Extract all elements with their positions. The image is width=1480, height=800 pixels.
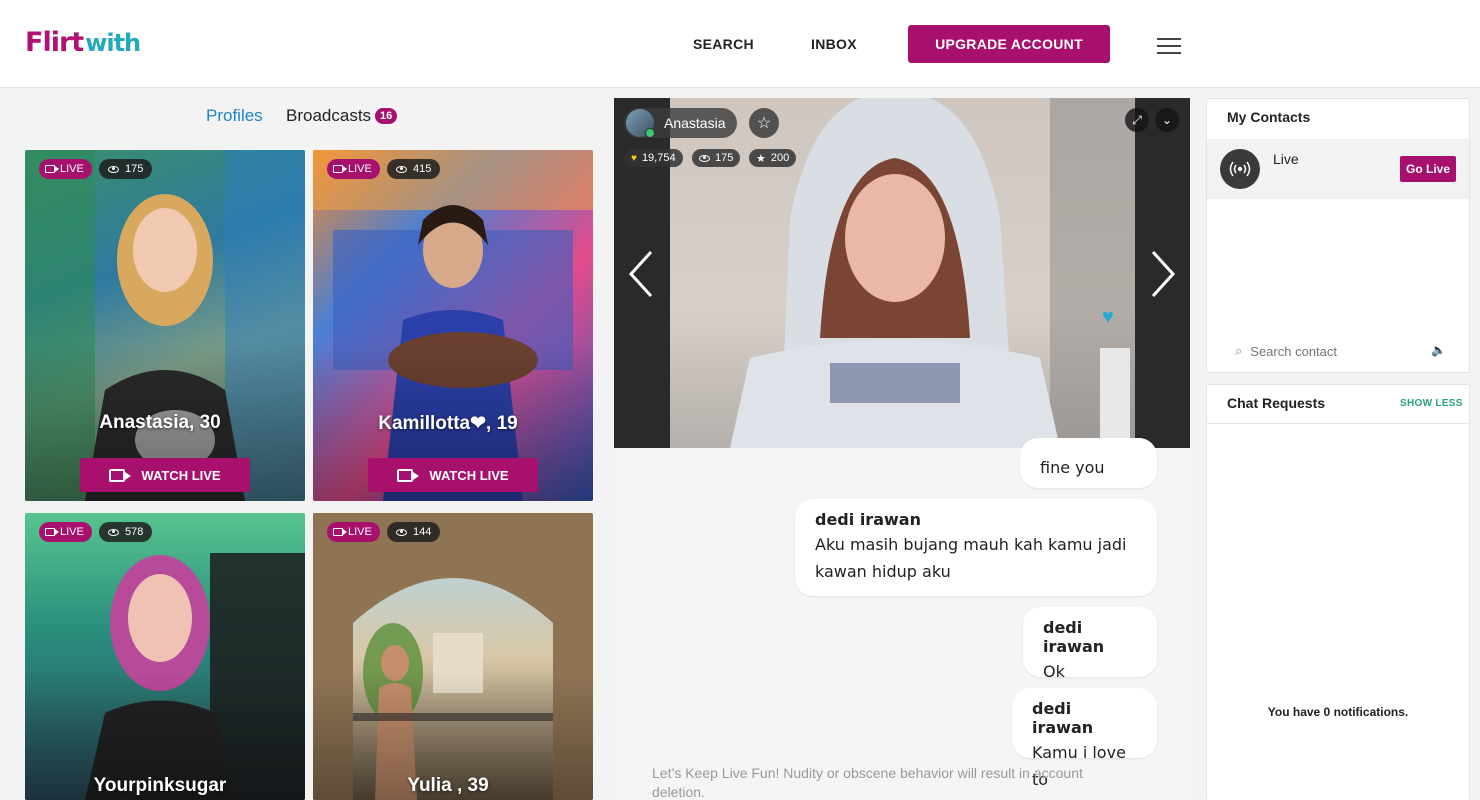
profile-card[interactable]: LIVE 578 Yourpinksugar (25, 513, 305, 800)
nav-inbox[interactable]: INBOX (811, 36, 857, 52)
mute-icon[interactable]: 🔈 (1431, 343, 1446, 357)
divider (1207, 423, 1469, 424)
live-label: Live (1273, 151, 1299, 167)
live-badge: LIVE (327, 159, 380, 179)
streamer-name: Anastasia (664, 115, 726, 131)
my-contacts-title: My Contacts (1227, 109, 1311, 125)
notifications-message: You have 0 notifications. (1267, 705, 1409, 719)
eye-icon (108, 165, 119, 173)
go-live-row: Live Go Live (1207, 139, 1469, 199)
chat-message: dedi irawan Kamu i love to (1012, 688, 1157, 789)
logo-flirt: Flirt (25, 27, 84, 58)
search-icon: ⌕ (1235, 343, 1243, 358)
chat-requests-panel: Chat Requests SHOW LESS You have 0 notif… (1206, 384, 1470, 800)
photo-overlay (25, 513, 305, 800)
camera-icon (45, 165, 59, 173)
my-contacts-panel: My Contacts Live Go Live ⌕ 🔈 (1206, 98, 1470, 373)
upgrade-account-button[interactable]: UPGRADE ACCOUNT (908, 25, 1110, 63)
viewer-count: 415 (387, 159, 441, 179)
go-live-button[interactable]: Go Live (1400, 156, 1456, 182)
live-badge: LIVE (39, 159, 92, 179)
profile-card[interactable]: LIVE 175 Anastasia, 30 WATCH LIVE (25, 150, 305, 501)
profile-card[interactable]: LIVE 144 Yulia , 39 (313, 513, 593, 800)
viewer-count: 175 (99, 159, 153, 179)
profile-name: Anastasia, 30 (99, 412, 221, 433)
chat-message: dedi irawan Ok (1023, 607, 1157, 681)
star-icon: ★ (756, 152, 766, 165)
likes-stat: ♥ 19,754 (624, 149, 683, 167)
top-header: Flirt with SEARCH INBOX UPGRADE ACCOUNT (0, 0, 1480, 88)
fullscreen-icon[interactable]: ⤢ (1125, 108, 1149, 132)
heart-icon: ♥ (631, 152, 637, 164)
photo-overlay (25, 150, 305, 501)
chat-message-text: Aku masih bujang mauh kah kamu jadi kawa… (815, 535, 1127, 581)
chat-disclaimer: Let’s Keep Live Fun! Nudity or obscene b… (652, 765, 1083, 800)
camera-icon (333, 528, 347, 536)
profile-card[interactable]: LIVE 415 Kamillotta❤, 19 WATCH LIVE (313, 150, 593, 501)
viewer-count: 578 (99, 522, 153, 542)
favorite-star-icon[interactable]: ☆ (749, 108, 779, 138)
eye-icon (699, 154, 710, 162)
profile-name: Yulia , 39 (407, 775, 489, 796)
tab-broadcasts-label: Broadcasts (286, 106, 372, 125)
eye-icon (108, 528, 119, 536)
next-arrow-icon[interactable] (1147, 248, 1177, 300)
tab-profiles[interactable]: Profiles (206, 106, 263, 126)
profile-tabs: Profiles Broadcasts 16 (0, 106, 610, 132)
video-camera-icon (397, 468, 420, 482)
chevron-down-icon[interactable]: ⌄ (1155, 108, 1179, 132)
menu-icon[interactable] (1157, 38, 1181, 54)
eye-icon (396, 165, 407, 173)
live-badge: LIVE (39, 522, 92, 542)
viewers-stat: 175 (692, 149, 741, 167)
chat-message-text: fine you (1040, 458, 1105, 477)
camera-icon (333, 165, 347, 173)
chat-message: dedi irawan Aku masih bujang mauh kah ka… (795, 499, 1157, 596)
live-badge: LIVE (327, 522, 380, 542)
show-less-link[interactable]: SHOW LESS (1400, 398, 1463, 409)
nav-search[interactable]: SEARCH (693, 36, 754, 52)
video-frame (670, 98, 1135, 448)
eye-icon (396, 528, 407, 536)
video-camera-icon (109, 468, 132, 482)
profile-name: Kamillotta❤, 19 (378, 413, 518, 434)
watch-live-button[interactable]: WATCH LIVE (368, 458, 538, 492)
chat-message-text: Ok (1043, 662, 1065, 681)
floating-heart-icon: ♥ (1102, 306, 1114, 328)
chat-message-author: dedi irawan (815, 510, 921, 529)
viewer-count: 144 (387, 522, 441, 542)
chat-message-author: dedi irawan (1032, 699, 1094, 737)
logo-with: with (85, 29, 141, 57)
streamer-avatar (626, 109, 655, 138)
chat-requests-title: Chat Requests (1227, 395, 1326, 411)
photo-overlay (313, 513, 593, 800)
previous-arrow-icon[interactable] (627, 248, 657, 300)
stars-stat: ★ 200 (749, 149, 797, 167)
tab-broadcasts[interactable]: Broadcasts 16 (286, 106, 398, 126)
search-contact-input[interactable] (1250, 343, 1411, 359)
live-video[interactable]: Anastasia ☆ ♥ 19,754 175 ★ 200 ⤢ ⌄ ♥ (614, 98, 1190, 448)
chat-message: fine you (1020, 438, 1157, 488)
broadcast-panel: Anastasia ☆ ♥ 19,754 175 ★ 200 ⤢ ⌄ ♥ fine … (614, 98, 1190, 800)
contact-search[interactable]: ⌕ (1235, 342, 1445, 360)
watch-live-button[interactable]: WATCH LIVE (80, 458, 250, 492)
camera-icon (45, 528, 59, 536)
streamer-chip[interactable]: Anastasia (624, 108, 738, 138)
profile-name: Yourpinksugar (93, 775, 227, 796)
photo-overlay (313, 150, 593, 501)
site-logo[interactable]: Flirt with (25, 27, 141, 61)
broadcasts-count-badge: 16 (375, 108, 398, 124)
broadcast-icon (1220, 149, 1260, 189)
chat-message-author: dedi irawan (1043, 618, 1105, 656)
